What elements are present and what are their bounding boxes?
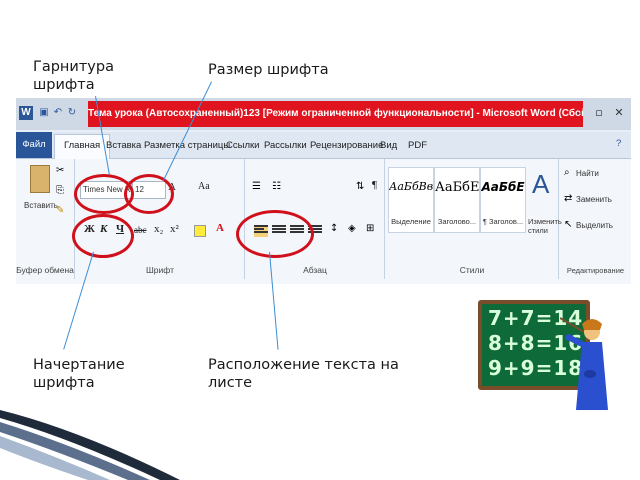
clipboard-label: Буфер обмена (16, 265, 74, 275)
title-bar: W ▣ ↶ ↻ Тема урока (Автосохраненный)123 … (16, 98, 631, 130)
style-name: ¶ Заголов... (482, 217, 524, 226)
paste-button[interactable]: Вставить (24, 201, 58, 210)
styles-label: Стили (459, 265, 485, 275)
align-callout-line2: листе (208, 375, 253, 391)
tab-references[interactable]: Ссылки (226, 140, 259, 151)
sort-icon[interactable]: ⇅ (356, 181, 364, 192)
typeface-callout-line2: шрифта (33, 77, 95, 93)
font-color-button[interactable]: A (216, 222, 224, 234)
align-callout-line1: Расположение текста на (208, 357, 399, 373)
decorative-stripes (0, 410, 180, 480)
strikethrough-button[interactable]: abc (134, 225, 147, 235)
tab-file[interactable]: Файл (16, 132, 52, 158)
cut-icon[interactable]: ✂ (56, 165, 64, 176)
align-callout: Расположение текста на листе (208, 356, 399, 392)
find-button[interactable]: Найти (576, 169, 599, 178)
style-ring (72, 214, 134, 258)
replace-button[interactable]: Заменить (576, 195, 612, 204)
find-icon[interactable]: ⌕ (564, 167, 570, 178)
tab-pdf[interactable]: PDF (408, 140, 427, 151)
title-highlight: Тема урока (Автосохраненный)123 [Режим о… (88, 101, 583, 127)
ribbon-tabs: Файл Главная Вставка Разметка страницы С… (16, 132, 631, 159)
minimize-icon[interactable]: – (572, 106, 586, 120)
select-icon[interactable]: ↖ (564, 219, 572, 230)
style-callout-line1: Начертание (33, 357, 125, 373)
paragraph-label: Абзац (303, 265, 327, 275)
superscript-button[interactable]: x² (170, 223, 179, 235)
style-sample: АаБбЕ (481, 180, 525, 194)
numbering-icon[interactable]: ☷ (272, 181, 281, 192)
typeface-callout-line1: Гарнитура (33, 59, 114, 75)
tab-review[interactable]: Рецензирование (310, 140, 383, 151)
close-icon[interactable]: ✕ (612, 106, 626, 120)
editing-label: Редактирование (566, 266, 625, 275)
editing-group: ⌕ Найти ⇄ Заменить ↖ Выделить Редактиров… (560, 159, 631, 279)
maximize-icon[interactable]: ▫ (592, 106, 606, 120)
replace-icon[interactable]: ⇄ (564, 193, 572, 204)
window-title: Тема урока (Автосохраненный)123 [Режим о… (88, 108, 583, 119)
tab-layout[interactable]: Разметка страницы (144, 140, 230, 151)
undo-icon[interactable]: ↶ (52, 106, 64, 120)
line-spacing-icon[interactable]: ↕ (330, 223, 338, 234)
change-styles-button[interactable]: Изменить стили (528, 217, 562, 235)
tab-view[interactable]: Вид (380, 140, 397, 151)
save-icon[interactable]: ▣ (38, 106, 50, 120)
font-label: Шрифт (146, 265, 174, 275)
subscript-button[interactable]: x₂ (154, 223, 163, 235)
typeface-callout: Гарнитура шрифта (33, 58, 114, 94)
help-icon[interactable]: ? (616, 138, 621, 149)
size-callout: Размер шрифта (208, 62, 329, 78)
paste-icon[interactable] (30, 165, 50, 193)
style-heading2[interactable]: АаБбЕ ¶ Заголов... (480, 167, 526, 233)
tab-mailings[interactable]: Рассылки (264, 140, 307, 151)
copy-icon[interactable]: ⎘ (56, 185, 64, 196)
format-painter-icon[interactable]: ✎ (56, 205, 64, 216)
tab-insert[interactable]: Вставка (106, 140, 141, 151)
style-emphasis[interactable]: АаБбВвГ Выделение (388, 167, 434, 233)
select-button[interactable]: Выделить (576, 221, 613, 230)
word-icon[interactable]: W (19, 106, 33, 120)
highlight-color-icon[interactable] (194, 225, 206, 237)
styles-group: АаБбВвГ Выделение АаБбЕ Заголово... АаБб… (386, 159, 562, 279)
style-name: Заголово... (437, 217, 477, 226)
change-case-icon[interactable]: Aa (198, 181, 210, 192)
clipboard-group: Вставить ✂ ⎘ ✎ Буфер обмена (16, 159, 75, 279)
style-callout: Начертание шрифта (33, 356, 125, 392)
pilcrow-button[interactable]: ¶ (372, 179, 377, 191)
style-name: Выделение (391, 217, 431, 226)
teacher-illustration (560, 317, 608, 410)
bullets-icon[interactable]: ☰ (252, 181, 261, 192)
shading-icon[interactable]: ◈ (348, 223, 356, 234)
align-ring (236, 210, 314, 258)
change-styles-icon[interactable]: A (532, 169, 549, 200)
style-sample: АаБбВвГ (389, 180, 434, 193)
size-ring (124, 174, 174, 214)
redo-icon[interactable]: ↻ (66, 106, 78, 120)
style-heading1[interactable]: АаБбЕ Заголово... (434, 167, 480, 233)
style-sample: АаБбЕ (435, 180, 480, 195)
borders-icon[interactable]: ⊞ (366, 223, 374, 234)
style-callout-line2: шрифта (33, 375, 95, 391)
